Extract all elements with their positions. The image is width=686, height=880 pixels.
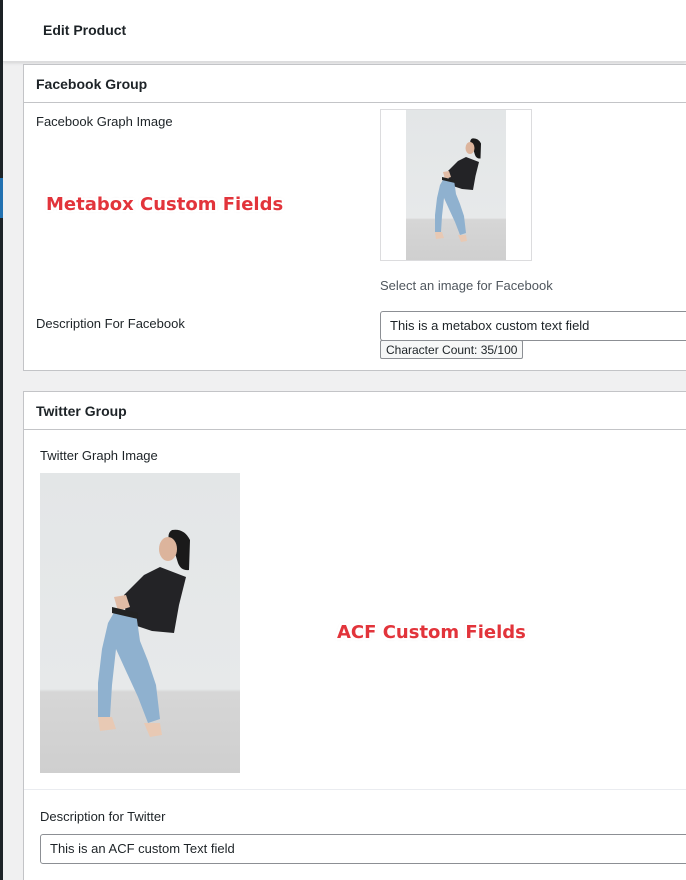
facebook-image-hint: Select an image for Facebook xyxy=(380,278,553,293)
model-photo-icon xyxy=(98,529,190,737)
model-photo-icon xyxy=(435,138,481,242)
metabox-annotation: Metabox Custom Fields xyxy=(46,194,284,215)
facebook-image-label: Facebook Graph Image xyxy=(36,114,173,129)
twitter-description-label: Description for Twitter xyxy=(40,809,166,824)
facebook-group-header[interactable]: Facebook Group xyxy=(24,65,686,103)
admin-sidebar-edge xyxy=(0,0,3,880)
active-menu-indicator xyxy=(0,178,3,218)
field-divider xyxy=(24,789,686,790)
character-count-badge: Character Count: 35/100 xyxy=(380,340,524,359)
twitter-image-label: Twitter Graph Image xyxy=(40,448,158,463)
acf-annotation: ACF Custom Fields xyxy=(337,622,526,643)
facebook-description-label: Description For Facebook xyxy=(36,316,185,331)
twitter-group-header[interactable]: Twitter Group xyxy=(24,392,686,430)
facebook-graph-image[interactable] xyxy=(406,110,506,260)
twitter-description-input[interactable]: This is an ACF custom Text field xyxy=(40,834,686,864)
top-bar: Edit Product xyxy=(3,0,686,62)
facebook-group-panel: Facebook Group Facebook Graph Image Sele… xyxy=(23,64,686,371)
facebook-image-picker[interactable] xyxy=(380,109,532,261)
twitter-graph-image[interactable] xyxy=(40,473,240,773)
facebook-description-input[interactable]: This is a metabox custom text field xyxy=(380,311,686,341)
twitter-group-panel: Twitter Group Twitter Graph Image Descri… xyxy=(23,391,686,880)
page-title: Edit Product xyxy=(43,22,127,38)
